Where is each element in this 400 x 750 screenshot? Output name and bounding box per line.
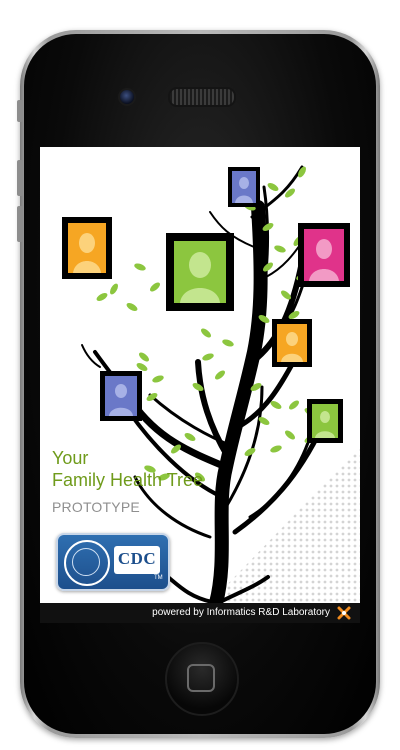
hhs-seal-icon xyxy=(64,540,110,586)
portrait-magenta xyxy=(298,223,350,287)
app-title-line2: Family Health Tree xyxy=(52,470,204,490)
home-button-icon xyxy=(187,664,215,692)
app-title-line1: Your xyxy=(52,448,89,468)
portrait-green-large xyxy=(166,233,234,311)
portrait-blue-small-top xyxy=(228,167,260,207)
footer-bar: powered by Informatics R&D Laboratory xyxy=(40,603,360,623)
portrait-blue xyxy=(100,371,142,421)
cdc-logo-text: CDC xyxy=(117,549,157,568)
portrait-orange xyxy=(62,217,112,279)
footer-credit: powered by Informatics R&D Laboratory xyxy=(152,607,330,618)
volume-up-button xyxy=(17,160,23,196)
cdc-logo: CDC xyxy=(114,546,160,574)
phone-camera-icon xyxy=(118,88,136,106)
speaker-grille-icon xyxy=(168,87,236,107)
trademark-mark: TM xyxy=(154,575,163,581)
volume-down-button xyxy=(17,206,23,242)
portrait-green-small xyxy=(307,399,343,443)
cdc-badge: CDC TM xyxy=(56,533,170,591)
app-subtitle: PROTOTYPE xyxy=(52,499,140,515)
lab-logo-icon xyxy=(337,606,351,620)
app-title-block: Your Family Health Tree PROTOTYPE xyxy=(52,447,203,515)
mute-switch xyxy=(17,100,23,122)
app-screen: Your Family Health Tree PROTOTYPE CDC TM… xyxy=(40,147,360,623)
portrait-orange-small xyxy=(272,319,312,367)
